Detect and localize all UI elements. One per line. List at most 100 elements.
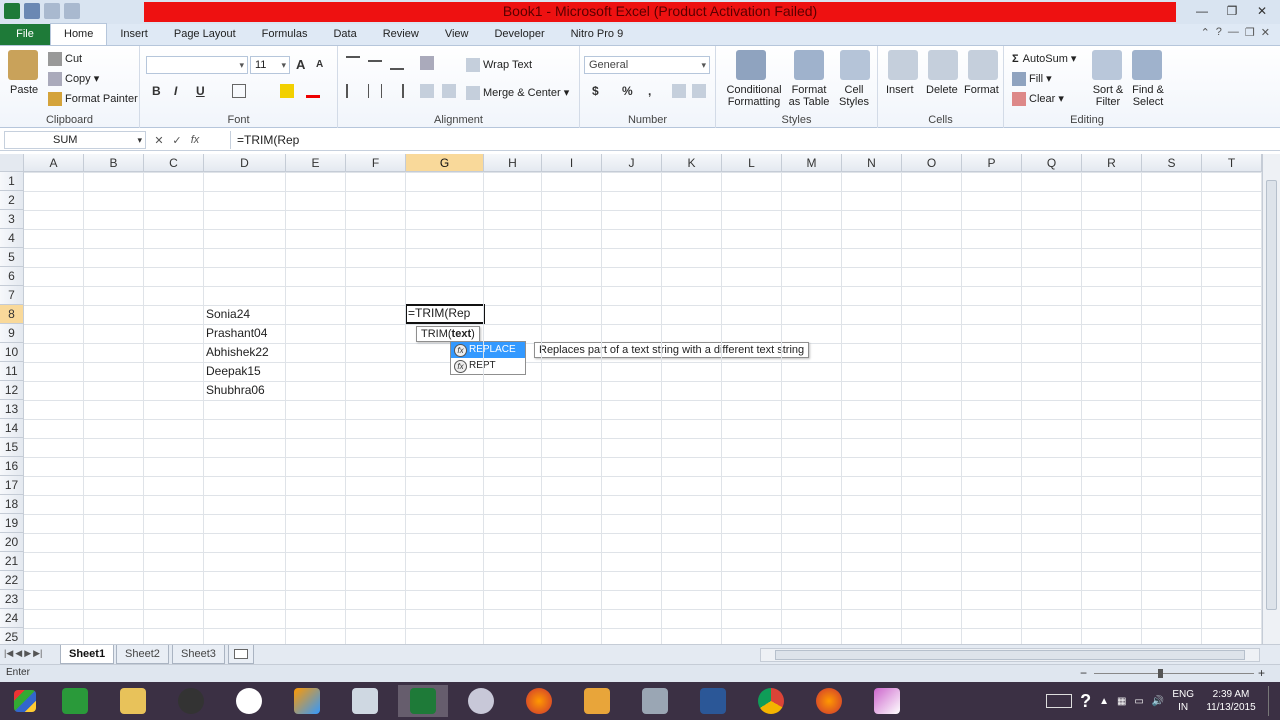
row-header-20[interactable]: 20 (0, 533, 24, 552)
row-header-17[interactable]: 17 (0, 476, 24, 495)
row-header-13[interactable]: 13 (0, 400, 24, 419)
column-header-p[interactable]: P (962, 154, 1022, 172)
row-header-11[interactable]: 11 (0, 362, 24, 381)
column-header-d[interactable]: D (204, 154, 286, 172)
name-box[interactable]: SUM (4, 131, 146, 149)
column-header-n[interactable]: N (842, 154, 902, 172)
format-painter-button[interactable]: Format Painter (48, 92, 138, 106)
conditional-formatting-button[interactable]: Conditional Formatting (722, 84, 786, 108)
taskbar-paint[interactable] (862, 685, 912, 717)
sort-filter-icon[interactable] (1092, 50, 1122, 80)
close-icon[interactable]: ✕ (1261, 26, 1270, 39)
column-header-g[interactable]: G (406, 154, 484, 172)
row-header-16[interactable]: 16 (0, 457, 24, 476)
cell-d12[interactable]: Shubhra06 (204, 381, 286, 400)
decrease-indent-button[interactable] (420, 84, 437, 98)
column-header-k[interactable]: K (662, 154, 722, 172)
cut-button[interactable]: Cut (48, 52, 82, 66)
zoom-in-icon[interactable]: + (1258, 666, 1265, 680)
format-cells-icon[interactable] (968, 50, 998, 80)
copy-button[interactable]: Copy ▾ (48, 72, 99, 87)
autocomplete-item-rept[interactable]: fxREPT (451, 358, 525, 374)
enter-icon[interactable]: ✓ (170, 134, 184, 147)
format-as-table-button[interactable]: Format as Table (784, 84, 834, 108)
taskbar-media[interactable] (166, 685, 216, 717)
column-header-l[interactable]: L (722, 154, 782, 172)
chevron-up-icon[interactable]: ⌃ (1201, 26, 1210, 39)
undo-icon[interactable] (44, 3, 60, 19)
taskbar-firefox[interactable] (514, 685, 564, 717)
format-as-table-icon[interactable] (794, 50, 824, 80)
row-header-4[interactable]: 4 (0, 229, 24, 248)
column-header-s[interactable]: S (1142, 154, 1202, 172)
align-right-button[interactable] (390, 84, 407, 98)
row-header-2[interactable]: 2 (0, 191, 24, 210)
column-header-e[interactable]: E (286, 154, 346, 172)
clear-button[interactable]: Clear ▾ (1012, 92, 1064, 107)
row-header-18[interactable]: 18 (0, 495, 24, 514)
comma-button[interactable]: , (648, 84, 651, 98)
taskbar-notepad[interactable] (340, 685, 390, 717)
cell-d9[interactable]: Prashant04 (204, 324, 286, 343)
row-header-21[interactable]: 21 (0, 552, 24, 571)
align-top-button[interactable] (346, 56, 363, 70)
column-header-o[interactable]: O (902, 154, 962, 172)
active-cell-editor[interactable]: =TRIM(Rep (405, 304, 485, 324)
help-icon[interactable]: ? (1216, 26, 1222, 39)
tab-file[interactable]: File (0, 24, 50, 45)
horizontal-scrollbar[interactable] (760, 648, 1260, 662)
taskbar-app-disc[interactable] (456, 685, 506, 717)
row-header-7[interactable]: 7 (0, 286, 24, 305)
taskbar-firefox-2[interactable] (804, 685, 854, 717)
bold-button[interactable]: B (152, 84, 161, 98)
format-cells-button[interactable]: Format (964, 84, 999, 96)
align-center-button[interactable] (368, 84, 385, 98)
taskbar-photos[interactable] (282, 685, 332, 717)
align-left-button[interactable] (346, 84, 363, 98)
tab-formulas[interactable]: Formulas (249, 24, 321, 45)
row-header-14[interactable]: 14 (0, 419, 24, 438)
merge-center-button[interactable]: Merge & Center ▾ (466, 86, 569, 101)
cell-d11[interactable]: Deepak15 (204, 362, 286, 381)
grow-font-button[interactable]: A (296, 57, 305, 72)
cell-styles-button[interactable]: Cell Styles (834, 84, 874, 108)
close-icon[interactable]: ✕ (1248, 2, 1276, 20)
percent-button[interactable]: % (622, 84, 633, 98)
formula-input[interactable]: =TRIM(Rep (230, 131, 1276, 149)
column-header-q[interactable]: Q (1022, 154, 1082, 172)
volume-icon[interactable]: 🔊 (1152, 696, 1164, 707)
taskbar-store[interactable] (50, 685, 100, 717)
column-header-b[interactable]: B (84, 154, 144, 172)
sheet-tab-sheet1[interactable]: Sheet1 (60, 645, 115, 664)
decrease-decimal-button[interactable] (692, 84, 709, 98)
show-desktop-button[interactable] (1268, 686, 1274, 716)
row-header-24[interactable]: 24 (0, 609, 24, 628)
save-icon[interactable] (24, 3, 40, 19)
help-icon[interactable]: ? (1080, 691, 1091, 712)
column-header-f[interactable]: F (346, 154, 406, 172)
column-header-h[interactable]: H (484, 154, 542, 172)
tab-insert[interactable]: Insert (107, 24, 161, 45)
minimize-icon[interactable]: — (1188, 2, 1216, 20)
language-indicator[interactable]: ENG IN (1172, 688, 1194, 714)
column-header-i[interactable]: I (542, 154, 602, 172)
taskbar-word[interactable] (688, 685, 738, 717)
font-color-button[interactable] (306, 84, 323, 98)
taskbar-calculator[interactable] (630, 685, 680, 717)
power-icon[interactable]: ▭ (1134, 696, 1143, 707)
font-name-combo[interactable] (146, 56, 248, 74)
chevron-up-icon[interactable]: ▲ (1099, 696, 1109, 707)
align-bottom-button[interactable] (390, 56, 407, 70)
orientation-button[interactable] (420, 56, 437, 70)
row-header-9[interactable]: 9 (0, 324, 24, 343)
row-header-23[interactable]: 23 (0, 590, 24, 609)
sheet-tab-sheet2[interactable]: Sheet2 (116, 645, 169, 664)
row-header-8[interactable]: 8 (0, 305, 24, 324)
redo-icon[interactable] (64, 3, 80, 19)
font-size-combo[interactable]: 11 (250, 56, 290, 74)
column-header-j[interactable]: J (602, 154, 662, 172)
vertical-scrollbar[interactable] (1262, 154, 1280, 644)
cell-area[interactable] (24, 172, 1262, 644)
worksheet-grid[interactable]: ABCDEFGHIJKLMNOPQRST 1 2 3 4 5 6 7 8 9 10 11 12 13 14… (0, 154, 1262, 644)
tab-home[interactable]: Home (50, 23, 108, 45)
